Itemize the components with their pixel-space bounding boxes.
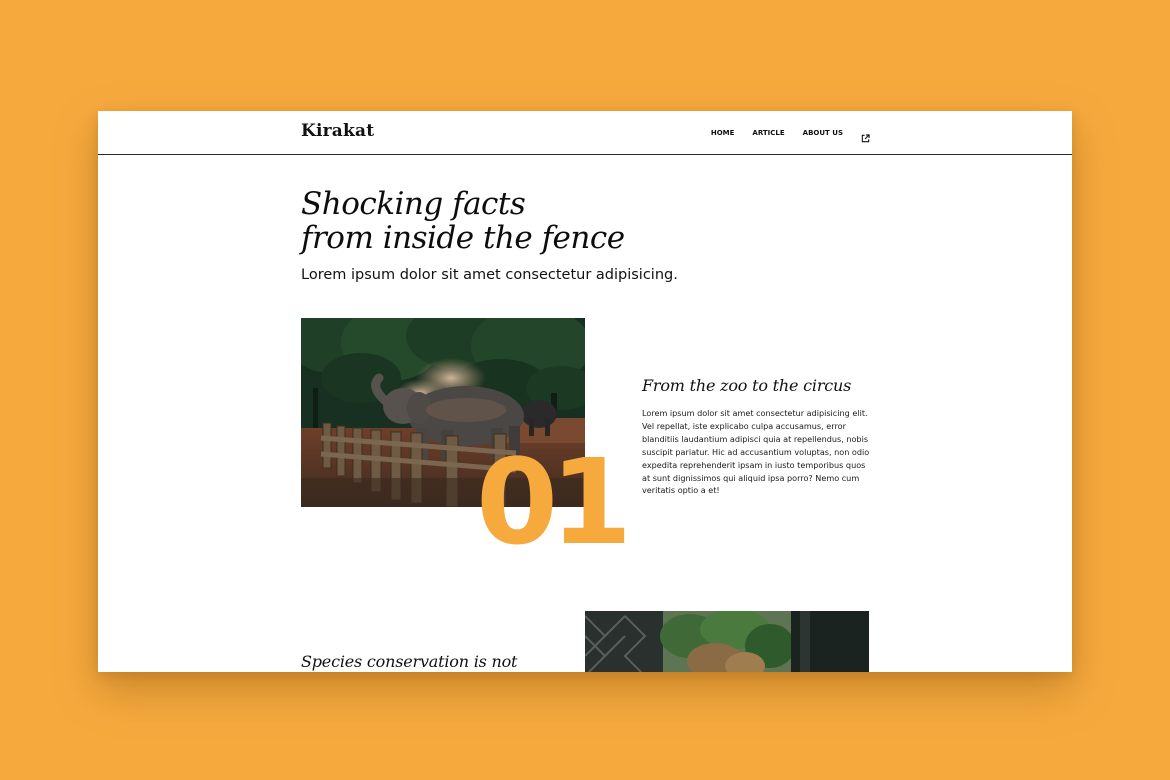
hero-subtitle: Lorem ipsum dolor sit amet consectetur a… [301, 267, 678, 283]
nav-home[interactable]: HOME [711, 129, 735, 137]
browser-frame: Kirakat HOME ARTICLE ABOUT US Shocking f… [98, 111, 1072, 672]
site-header: Kirakat HOME ARTICLE ABOUT US [98, 111, 1072, 155]
main-nav: HOME ARTICLE ABOUT US [693, 128, 870, 143]
external-link-icon[interactable] [861, 128, 870, 143]
article-number: 01 [476, 433, 632, 571]
trees-window-photo [585, 611, 869, 672]
hero-title: Shocking facts from inside the fence [301, 187, 625, 255]
nav-about-us[interactable]: ABOUT US [803, 129, 843, 137]
article-title[interactable]: From the zoo to the circus [642, 376, 851, 395]
article-title-2[interactable]: Species conservation is not [301, 652, 517, 671]
article-body: Lorem ipsum dolor sit amet consectetur a… [642, 408, 870, 496]
site-logo[interactable]: Kirakat [301, 121, 374, 141]
hero-title-line-2: from inside the fence [301, 220, 625, 256]
hero-title-line-1: Shocking facts [301, 186, 526, 222]
nav-article[interactable]: ARTICLE [752, 129, 784, 137]
